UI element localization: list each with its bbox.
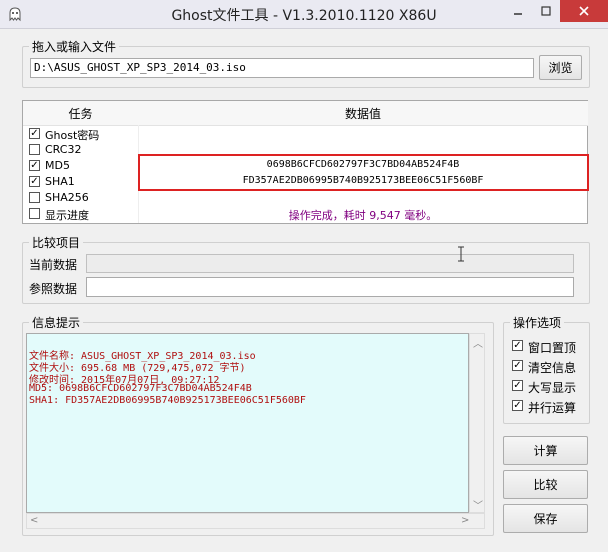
minimize-icon <box>514 13 522 15</box>
maximize-button[interactable] <box>532 0 560 22</box>
parallel-checkbox[interactable]: ✓ <box>512 400 523 411</box>
close-icon <box>579 6 589 16</box>
status-message: 操作完成，耗时 9,547 毫秒。 <box>288 209 438 222</box>
calculate-button[interactable]: 计算 <box>503 436 588 465</box>
reference-data-label: 参照数据 <box>29 282 78 296</box>
scroll-left-icon[interactable]: < <box>30 515 38 526</box>
ghost-password-checkbox[interactable]: ✓ <box>29 128 40 139</box>
minimize-button[interactable] <box>504 0 532 22</box>
task-row-ghost-password: ✓ Ghost密码 <box>23 126 587 142</box>
always-on-top-checkbox[interactable]: ✓ <box>512 340 523 351</box>
title-bar: Ghost文件工具 - V1.3.2010.1120 X86U <box>0 0 608 29</box>
info-line-md5: MD5: 0698B6CFCD602797F3C7BD04AB524F4B <box>29 383 252 394</box>
task-name: CRC32 <box>45 143 82 156</box>
sha1-checkbox[interactable]: ✓ <box>29 176 40 187</box>
task-name: SHA256 <box>45 191 89 204</box>
maximize-icon <box>541 6 551 16</box>
task-column-header: 任务 <box>23 101 139 126</box>
file-path-input[interactable]: D:\ASUS_GHOST_XP_SP3_2014_03.iso <box>30 58 534 78</box>
compare-button[interactable]: 比较 <box>503 470 588 499</box>
main-window: Ghost文件工具 - V1.3.2010.1120 X86U 拖入或输入文件 … <box>0 0 608 552</box>
task-name: 显示进度 <box>45 209 89 222</box>
clear-info-checkbox[interactable]: ✓ <box>512 360 523 371</box>
hash-highlight-box <box>138 154 589 191</box>
option-label: 清空信息 <box>528 361 577 375</box>
info-group-title: 信息提示 <box>29 314 84 331</box>
scroll-right-icon[interactable]: > <box>461 515 469 526</box>
option-label: 窗口置顶 <box>528 341 577 355</box>
crc32-checkbox[interactable] <box>29 144 40 155</box>
info-horizontal-scrollbar[interactable]: < > <box>26 513 485 529</box>
option-label: 并行运算 <box>528 401 577 415</box>
info-vertical-scrollbar[interactable]: ︿ ﹀ <box>469 333 485 513</box>
save-button[interactable]: 保存 <box>503 504 588 533</box>
reference-data-input[interactable] <box>86 277 574 297</box>
options-group-title: 操作选项 <box>510 314 565 331</box>
scroll-up-icon[interactable]: ︿ <box>473 335 483 350</box>
option-clear-info[interactable]: ✓ 清空信息 <box>512 358 592 375</box>
file-input-group-title: 拖入或输入文件 <box>29 38 120 55</box>
info-line-sha1: SHA1: FD357AE2DB06995B740B925173BEE06C51… <box>29 395 306 406</box>
uppercase-checkbox[interactable]: ✓ <box>512 380 523 391</box>
data-column-header: 数据值 <box>138 101 588 126</box>
option-always-on-top[interactable]: ✓ 窗口置顶 <box>512 338 592 355</box>
task-name: Ghost密码 <box>45 129 100 142</box>
option-uppercase[interactable]: ✓ 大写显示 <box>512 378 592 395</box>
compare-group-title: 比较项目 <box>29 234 84 251</box>
close-button[interactable] <box>560 0 608 22</box>
option-parallel[interactable]: ✓ 并行运算 <box>512 398 592 415</box>
task-name: MD5 <box>45 159 70 172</box>
sha256-checkbox[interactable] <box>29 192 40 203</box>
browse-button[interactable]: 浏览 <box>539 55 582 80</box>
md5-checkbox[interactable]: ✓ <box>29 160 40 171</box>
option-label: 大写显示 <box>528 381 577 395</box>
task-name: SHA1 <box>45 175 75 188</box>
current-data-label: 当前数据 <box>29 258 78 272</box>
task-table: 任务 数据值 ✓ Ghost密码 CRC32 ✓ MD5 0698B6CFCD6… <box>22 100 589 224</box>
task-row-show-progress: 显示进度 操作完成，耗时 9,547 毫秒。 <box>23 206 587 222</box>
text-cursor-icon <box>458 246 464 262</box>
current-data-input[interactable] <box>86 254 574 273</box>
show-progress-checkbox[interactable] <box>29 208 40 219</box>
scroll-down-icon[interactable]: ﹀ <box>473 497 483 512</box>
task-row-sha256: SHA256 <box>23 190 587 206</box>
info-text-area[interactable]: 文件名称: ASUS_GHOST_XP_SP3_2014_03.iso 文件大小… <box>26 333 469 513</box>
